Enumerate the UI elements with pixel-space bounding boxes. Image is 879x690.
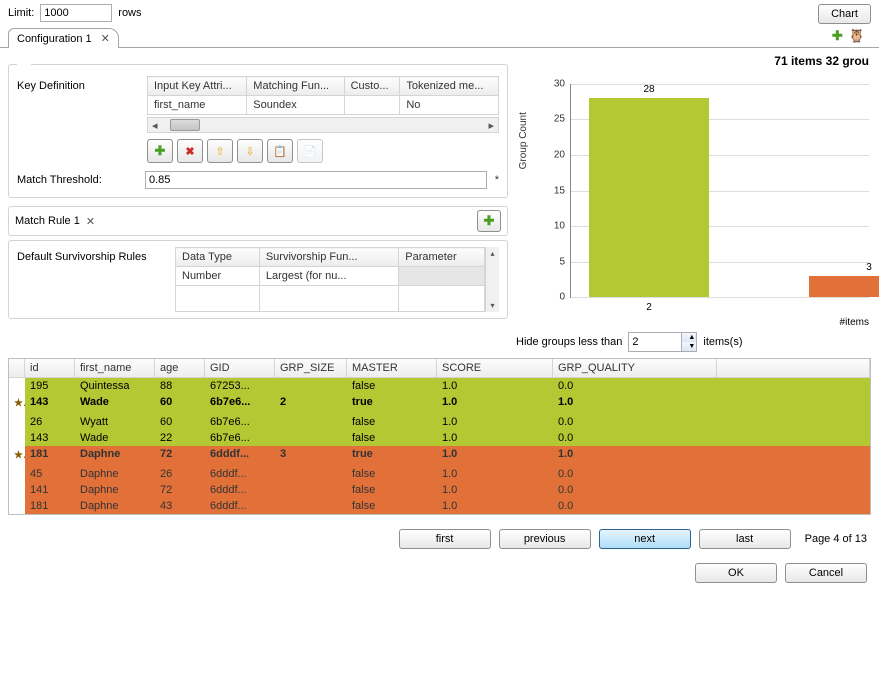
rows-label: rows xyxy=(118,7,141,19)
match-rule-header: Match Rule 1 ✕ ✚ xyxy=(8,206,508,236)
arrow-up-icon: ⇧ xyxy=(215,145,224,158)
wizard-icon[interactable]: 🦉 xyxy=(849,28,865,44)
col-input-key[interactable]: Input Key Attri... xyxy=(148,77,247,96)
table-row[interactable]: ★181Daphne726dddf...3true1.01.0 xyxy=(9,446,870,466)
scroll-right-icon[interactable]: ▸ xyxy=(484,119,498,132)
col-grp-size[interactable]: GRP_SIZE xyxy=(275,359,347,378)
key-definition-table: Input Key Attri... Matching Fun... Custo… xyxy=(147,76,499,115)
spinner-up-button[interactable]: ▲ xyxy=(682,333,696,342)
tab-label: Configuration 1 xyxy=(17,33,92,45)
results-grid: id first_name age GID GRP_SIZE MASTER SC… xyxy=(8,358,871,515)
remove-key-button[interactable]: ✖ xyxy=(177,139,203,163)
limit-label: Limit: xyxy=(8,7,34,19)
chart-title: 71 items 32 grou xyxy=(516,54,871,68)
survivorship-row[interactable]: Number Largest (for nu... xyxy=(176,267,485,286)
surv-vscrollbar[interactable]: ▴ ▾ xyxy=(485,247,499,312)
col-id[interactable]: id xyxy=(25,359,75,378)
col-surv-func[interactable]: Survivorship Fun... xyxy=(259,248,398,267)
copy-button[interactable]: 📋 xyxy=(267,139,293,163)
table-row[interactable]: 45Daphne266dddf...false1.00.0 xyxy=(9,466,870,482)
plus-icon: ✚ xyxy=(155,143,166,159)
table-row[interactable]: 26Wyatt606b7e6...false1.00.0 xyxy=(9,414,870,430)
table-row[interactable]: 143Wade226b7e6...false1.00.0 xyxy=(9,430,870,446)
scroll-left-icon[interactable]: ◂ xyxy=(148,119,162,132)
first-button[interactable]: first xyxy=(399,529,491,549)
scroll-thumb[interactable] xyxy=(170,119,200,131)
col-age[interactable]: age xyxy=(155,359,205,378)
next-button[interactable]: next xyxy=(599,529,691,549)
col-custo[interactable]: Custo... xyxy=(344,77,400,96)
col-master[interactable]: MASTER xyxy=(347,359,437,378)
limit-input[interactable] xyxy=(40,4,112,22)
plus-icon: ✚ xyxy=(484,213,495,229)
close-icon[interactable]: ✕ xyxy=(101,33,110,45)
page-indicator: Page 4 of 13 xyxy=(805,533,867,545)
arrow-down-icon: ⇩ xyxy=(245,145,254,158)
add-key-button[interactable]: ✚ xyxy=(147,139,173,163)
hide-groups-label: Hide groups less than xyxy=(516,336,622,348)
last-button[interactable]: last xyxy=(699,529,791,549)
col-gid[interactable]: GID xyxy=(205,359,275,378)
spinner-down-button[interactable]: ▼ xyxy=(682,342,696,351)
table-row[interactable]: ★143Wade606b7e6...2true1.01.0 xyxy=(9,394,870,414)
add-config-icon[interactable]: ✚ xyxy=(832,28,843,44)
hide-groups-input[interactable] xyxy=(629,334,681,350)
cancel-button[interactable]: Cancel xyxy=(785,563,867,583)
copy-icon: 📋 xyxy=(273,145,287,158)
match-threshold-input[interactable] xyxy=(145,171,487,189)
table-row[interactable]: 141Daphne726dddf...false1.00.0 xyxy=(9,482,870,498)
survivorship-label: Default Survivorship Rules xyxy=(17,247,167,263)
move-down-button[interactable]: ⇩ xyxy=(237,139,263,163)
key-definition-row[interactable]: first_name Soundex No xyxy=(148,96,499,115)
chart: Group Count 05101520253028233 #items xyxy=(516,68,871,328)
match-rule-label: Match Rule 1 xyxy=(15,215,80,227)
scroll-up-icon[interactable]: ▴ xyxy=(490,247,494,260)
col-matching-fun[interactable]: Matching Fun... xyxy=(247,77,344,96)
table-row[interactable]: 195Quintessa8867253...false1.00.0 xyxy=(9,378,870,394)
col-data-type[interactable]: Data Type xyxy=(176,248,260,267)
table-row[interactable]: 181Daphne436dddf...false1.00.0 xyxy=(9,498,870,514)
col-grp-quality[interactable]: GRP_QUALITY xyxy=(553,359,717,378)
scroll-down-icon[interactable]: ▾ xyxy=(490,299,494,312)
hide-groups-suffix: items(s) xyxy=(703,336,742,348)
add-rule-button[interactable]: ✚ xyxy=(477,210,501,232)
chart-button[interactable]: Chart xyxy=(818,4,871,24)
paste-icon: 📄 xyxy=(303,145,317,158)
tab-configuration-1[interactable]: Configuration 1 ✕ xyxy=(8,28,119,48)
y-axis-label: Group Count xyxy=(518,112,529,169)
chart-bar: 28 xyxy=(589,98,709,297)
ok-button[interactable]: OK xyxy=(695,563,777,583)
col-tokenized[interactable]: Tokenized me... xyxy=(400,77,499,96)
previous-button[interactable]: previous xyxy=(499,529,591,549)
col-score[interactable]: SCORE xyxy=(437,359,553,378)
close-icon[interactable]: ✕ xyxy=(86,215,95,228)
paste-button[interactable]: 📄 xyxy=(297,139,323,163)
required-indicator: * xyxy=(495,174,499,186)
hide-groups-spinner[interactable]: ▲ ▼ xyxy=(628,332,697,352)
match-threshold-label: Match Threshold: xyxy=(17,174,137,186)
move-up-button[interactable]: ⇧ xyxy=(207,139,233,163)
col-parameter[interactable]: Parameter xyxy=(399,248,485,267)
x-icon: ✖ xyxy=(185,145,194,158)
col-first-name[interactable]: first_name xyxy=(75,359,155,378)
key-definition-group: x Key Definition Input Key Attri... Matc… xyxy=(8,58,508,198)
chart-bar: 3 xyxy=(809,276,879,297)
key-def-hscrollbar[interactable]: ◂ ▸ xyxy=(147,117,499,133)
x-axis-label: #items xyxy=(840,317,869,328)
survivorship-table: Data Type Survivorship Fun... Parameter … xyxy=(175,247,485,312)
key-definition-label: Key Definition xyxy=(17,76,137,92)
